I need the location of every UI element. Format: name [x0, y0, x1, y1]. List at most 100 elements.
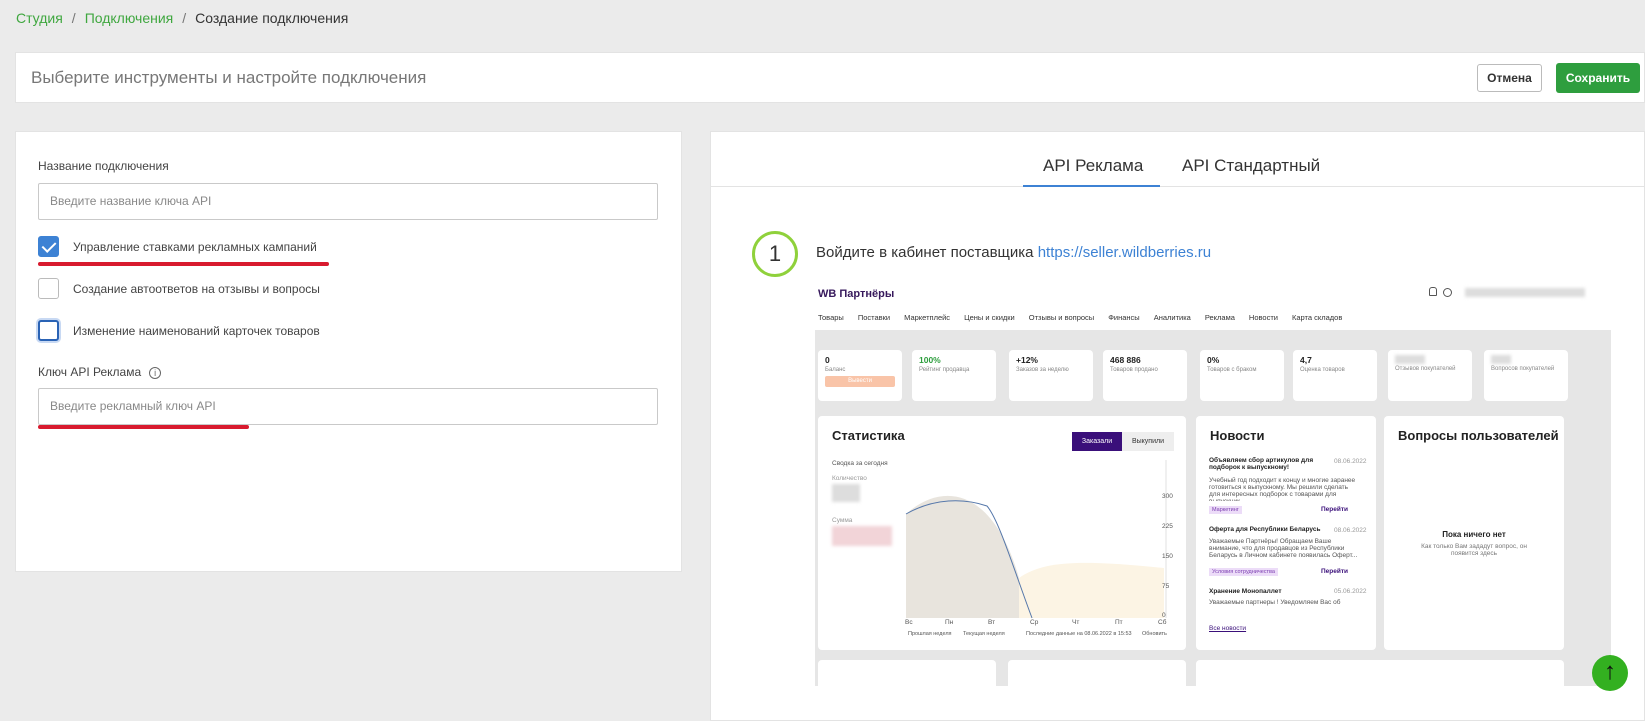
- news-item-text: Уважаемые партнеры ! Уведомляем Вас об: [1209, 599, 1341, 606]
- legend-prev: Прошлая неделя: [908, 631, 952, 637]
- y-tick: 0: [1162, 612, 1166, 619]
- stats-updated: Последние данные на 08.06.2022 в 15:53: [1026, 631, 1132, 637]
- news-item-title: Объявляем сбор артикулов для подборок к …: [1209, 457, 1314, 471]
- screenshot-nav-item: Цены и скидки: [964, 313, 1015, 322]
- connection-name-input[interactable]: Введите название ключа API: [38, 183, 658, 220]
- active-tab-indicator: [1023, 185, 1160, 187]
- screenshot-nav-item: Товары: [818, 313, 844, 322]
- step-number-badge: 1: [752, 231, 798, 277]
- checkbox-autoreplies-label: Создание автоответов на отзывы и вопросы: [73, 282, 320, 296]
- step-text-body: Войдите в кабинет поставщика: [816, 244, 1038, 261]
- screenshot-nav-item: Аналитика: [1153, 313, 1191, 322]
- save-button[interactable]: Сохранить: [1556, 63, 1640, 93]
- kpi-label: Вопросов покупателей: [1491, 366, 1555, 372]
- kpi-label: Товаров с браком: [1207, 367, 1257, 373]
- kpi-value: 100%: [919, 355, 941, 365]
- screenshot-nav-item: Новости: [1248, 313, 1278, 322]
- news-item-link: Перейти: [1321, 506, 1349, 513]
- breadcrumb-separator: /: [71, 10, 76, 26]
- cancel-button[interactable]: Отмена: [1477, 64, 1542, 92]
- legend-cur: Текущая неделя: [963, 631, 1005, 637]
- news-card: Новости Объявляем сбор артикулов для под…: [1196, 416, 1376, 650]
- connection-form: Название подключения Введите название кл…: [15, 131, 682, 572]
- bottom-card: [1196, 660, 1564, 686]
- news-item-link: Перейти: [1321, 568, 1349, 575]
- screenshot-brand: WB Партнёры: [818, 288, 895, 300]
- kpi-value: 468 886: [1110, 355, 1141, 365]
- kpi-value: 0%: [1207, 355, 1220, 365]
- news-item-date: 05.06.2022: [1334, 588, 1367, 595]
- stats-qty: Количество: [832, 475, 867, 482]
- x-tick: Пн: [945, 619, 954, 626]
- stats-refresh: Обновить: [1142, 631, 1167, 637]
- kpi-card: 0% Товаров с браком: [1200, 350, 1284, 401]
- breadcrumb-current: Создание подключения: [195, 10, 349, 26]
- x-tick: Сб: [1158, 619, 1167, 626]
- checkbox-bid-management[interactable]: [38, 236, 59, 257]
- kpi-card: 0 Баланс Вывести: [818, 350, 902, 401]
- kpi-value: +12%: [1016, 355, 1038, 365]
- breadcrumb-studio[interactable]: Студия: [16, 10, 63, 26]
- news-item-date: 08.06.2022: [1334, 458, 1367, 465]
- bottom-card: [1008, 660, 1186, 686]
- x-tick: Ср: [1030, 619, 1039, 626]
- bell-icon: [1429, 287, 1437, 296]
- screenshot-nav-item: Финансы: [1108, 313, 1140, 322]
- help-icon: [1443, 288, 1452, 297]
- step-text: Войдите в кабинет поставщика https://sel…: [816, 244, 1211, 261]
- y-tick: 300: [1162, 493, 1173, 500]
- connection-name-label: Название подключения: [38, 159, 169, 173]
- x-tick: Вт: [988, 619, 996, 626]
- news-item-date: 08.06.2022: [1334, 527, 1367, 534]
- kpi-card: 100% Рейтинг продавца: [912, 350, 996, 401]
- news-item-text: Уважаемые Партнёры! Обращаем Ваше вниман…: [1209, 538, 1358, 559]
- news-item-text: Учебный год подходит к концу и многие за…: [1209, 477, 1356, 501]
- kpi-label: Баланс: [825, 367, 846, 373]
- questions-title: Вопросы пользователей: [1398, 428, 1559, 443]
- info-icon[interactable]: i: [149, 366, 162, 379]
- screenshot-header: WB Партнёры Товары Поставки Маркетплейс Цен…: [815, 280, 1611, 330]
- kpi-card: +12% Заказов за неделю: [1009, 350, 1093, 401]
- breadcrumb: Студия / Подключения / Создание подключения: [16, 10, 348, 26]
- news-item-title: Оферта для Республики Беларусь: [1209, 526, 1321, 533]
- y-tick: 75: [1162, 583, 1170, 590]
- news-all-link: Все новости: [1209, 625, 1247, 632]
- screenshot-nav: Товары Поставки Маркетплейс Цены и скидки От…: [818, 313, 1356, 322]
- stats-sum: Сумма: [832, 517, 853, 524]
- checkbox-card-names-label: Изменение наименований карточек товаров: [73, 324, 320, 338]
- stats-area-chart: [905, 460, 1167, 619]
- screenshot-nav-item: Карта складов: [1291, 313, 1343, 322]
- blurred-account: [1465, 288, 1585, 297]
- news-item-title: Хранение Монопаллет: [1209, 588, 1282, 595]
- kpi-label: Рейтинг продавца: [919, 367, 970, 373]
- breadcrumb-connections[interactable]: Подключения: [85, 10, 174, 26]
- checkbox-bid-management-label: Управление ставками рекламных кампаний: [73, 240, 317, 254]
- news-title: Новости: [1210, 428, 1265, 443]
- kpi-label: Товаров продано: [1110, 367, 1158, 373]
- stats-tab-bought: Выкупили: [1122, 432, 1174, 451]
- x-tick: Вс: [905, 619, 913, 626]
- api-key-input[interactable]: Введите рекламный ключ API: [38, 388, 658, 425]
- kpi-card: Вопросов покупателей: [1484, 350, 1568, 401]
- y-tick: 150: [1162, 553, 1173, 560]
- kpi-card: 468 886 Товаров продано: [1103, 350, 1187, 401]
- stats-card: Статистика Заказали Выкупили Сводка за с…: [818, 416, 1186, 650]
- seller-link[interactable]: https://seller.wildberries.ru: [1038, 244, 1211, 261]
- news-item-tag: Условия сотрудничества: [1209, 568, 1278, 576]
- blurred-value: [832, 526, 892, 546]
- kpi-card: 4,7 Оценка товаров: [1293, 350, 1377, 401]
- page-header: Выберите инструменты и настройте подключ…: [15, 52, 1645, 103]
- api-key-label: Ключ API Реклама i: [38, 365, 162, 379]
- stats-title: Статистика: [832, 428, 905, 443]
- bottom-card: [818, 660, 996, 686]
- tab-api-standard[interactable]: API Стандартный: [1182, 156, 1320, 176]
- checkbox-autoreplies[interactable]: [38, 278, 59, 299]
- screenshot-nav-item: Маркетплейс: [904, 313, 951, 322]
- checkbox-card-names[interactable]: [38, 320, 59, 341]
- y-tick: 225: [1162, 523, 1173, 530]
- tab-api-ads[interactable]: API Реклама: [1043, 156, 1143, 176]
- scroll-top-button[interactable]: ↑: [1592, 655, 1628, 691]
- tabs-divider: [711, 186, 1644, 187]
- api-key-label-text: Ключ API Реклама: [38, 365, 142, 379]
- kpi-value: 4,7: [1300, 355, 1312, 365]
